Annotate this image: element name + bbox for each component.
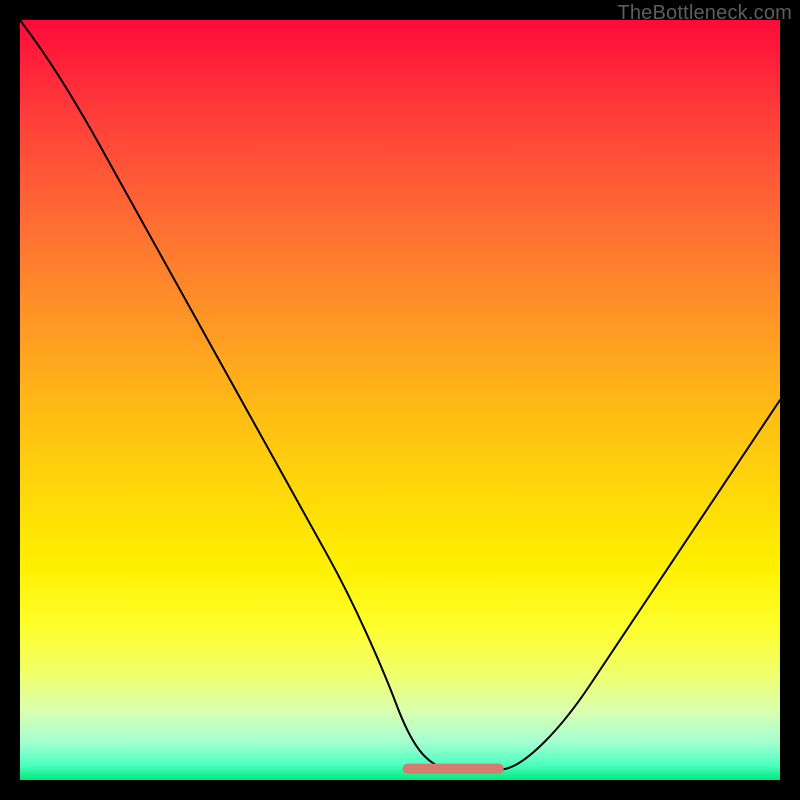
plot-area <box>20 20 780 780</box>
curve-svg <box>20 20 780 780</box>
chart-frame: TheBottleneck.com <box>0 0 800 800</box>
bottleneck-curve <box>20 20 780 772</box>
watermark-text: TheBottleneck.com <box>617 2 792 25</box>
